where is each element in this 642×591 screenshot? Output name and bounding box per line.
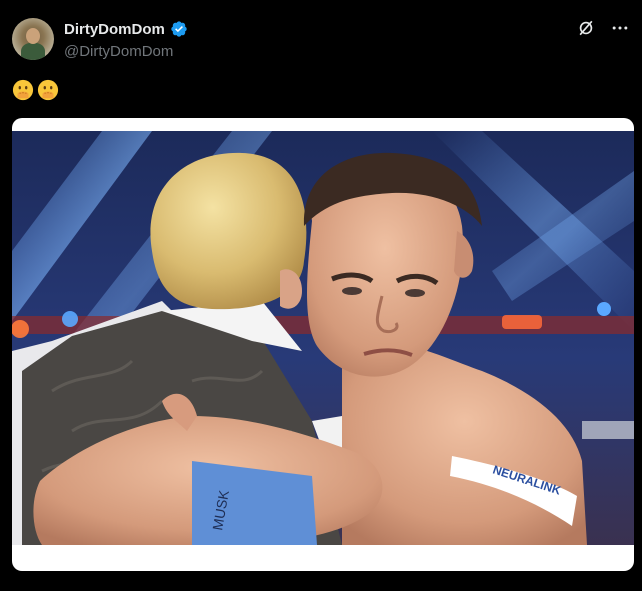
post-text bbox=[12, 79, 59, 101]
face-with-hand-over-mouth-icon bbox=[37, 79, 59, 101]
post-actions bbox=[576, 18, 630, 38]
avatar[interactable] bbox=[12, 18, 54, 60]
grok-slash-icon[interactable] bbox=[576, 18, 596, 38]
post-image[interactable]: NEURALINK MUSK bbox=[12, 131, 634, 545]
author-display-name[interactable]: DirtyDomDom bbox=[64, 21, 165, 38]
face-with-hand-over-mouth-icon bbox=[12, 79, 34, 101]
post-media[interactable]: NEURALINK MUSK bbox=[12, 118, 634, 571]
verified-badge-icon bbox=[171, 21, 187, 37]
author-handle[interactable]: @DirtyDomDom bbox=[64, 43, 173, 60]
author-name-row[interactable]: DirtyDomDom bbox=[64, 20, 188, 38]
post-header: DirtyDomDom @DirtyDomDom bbox=[12, 16, 630, 64]
more-options-icon[interactable] bbox=[610, 18, 630, 38]
